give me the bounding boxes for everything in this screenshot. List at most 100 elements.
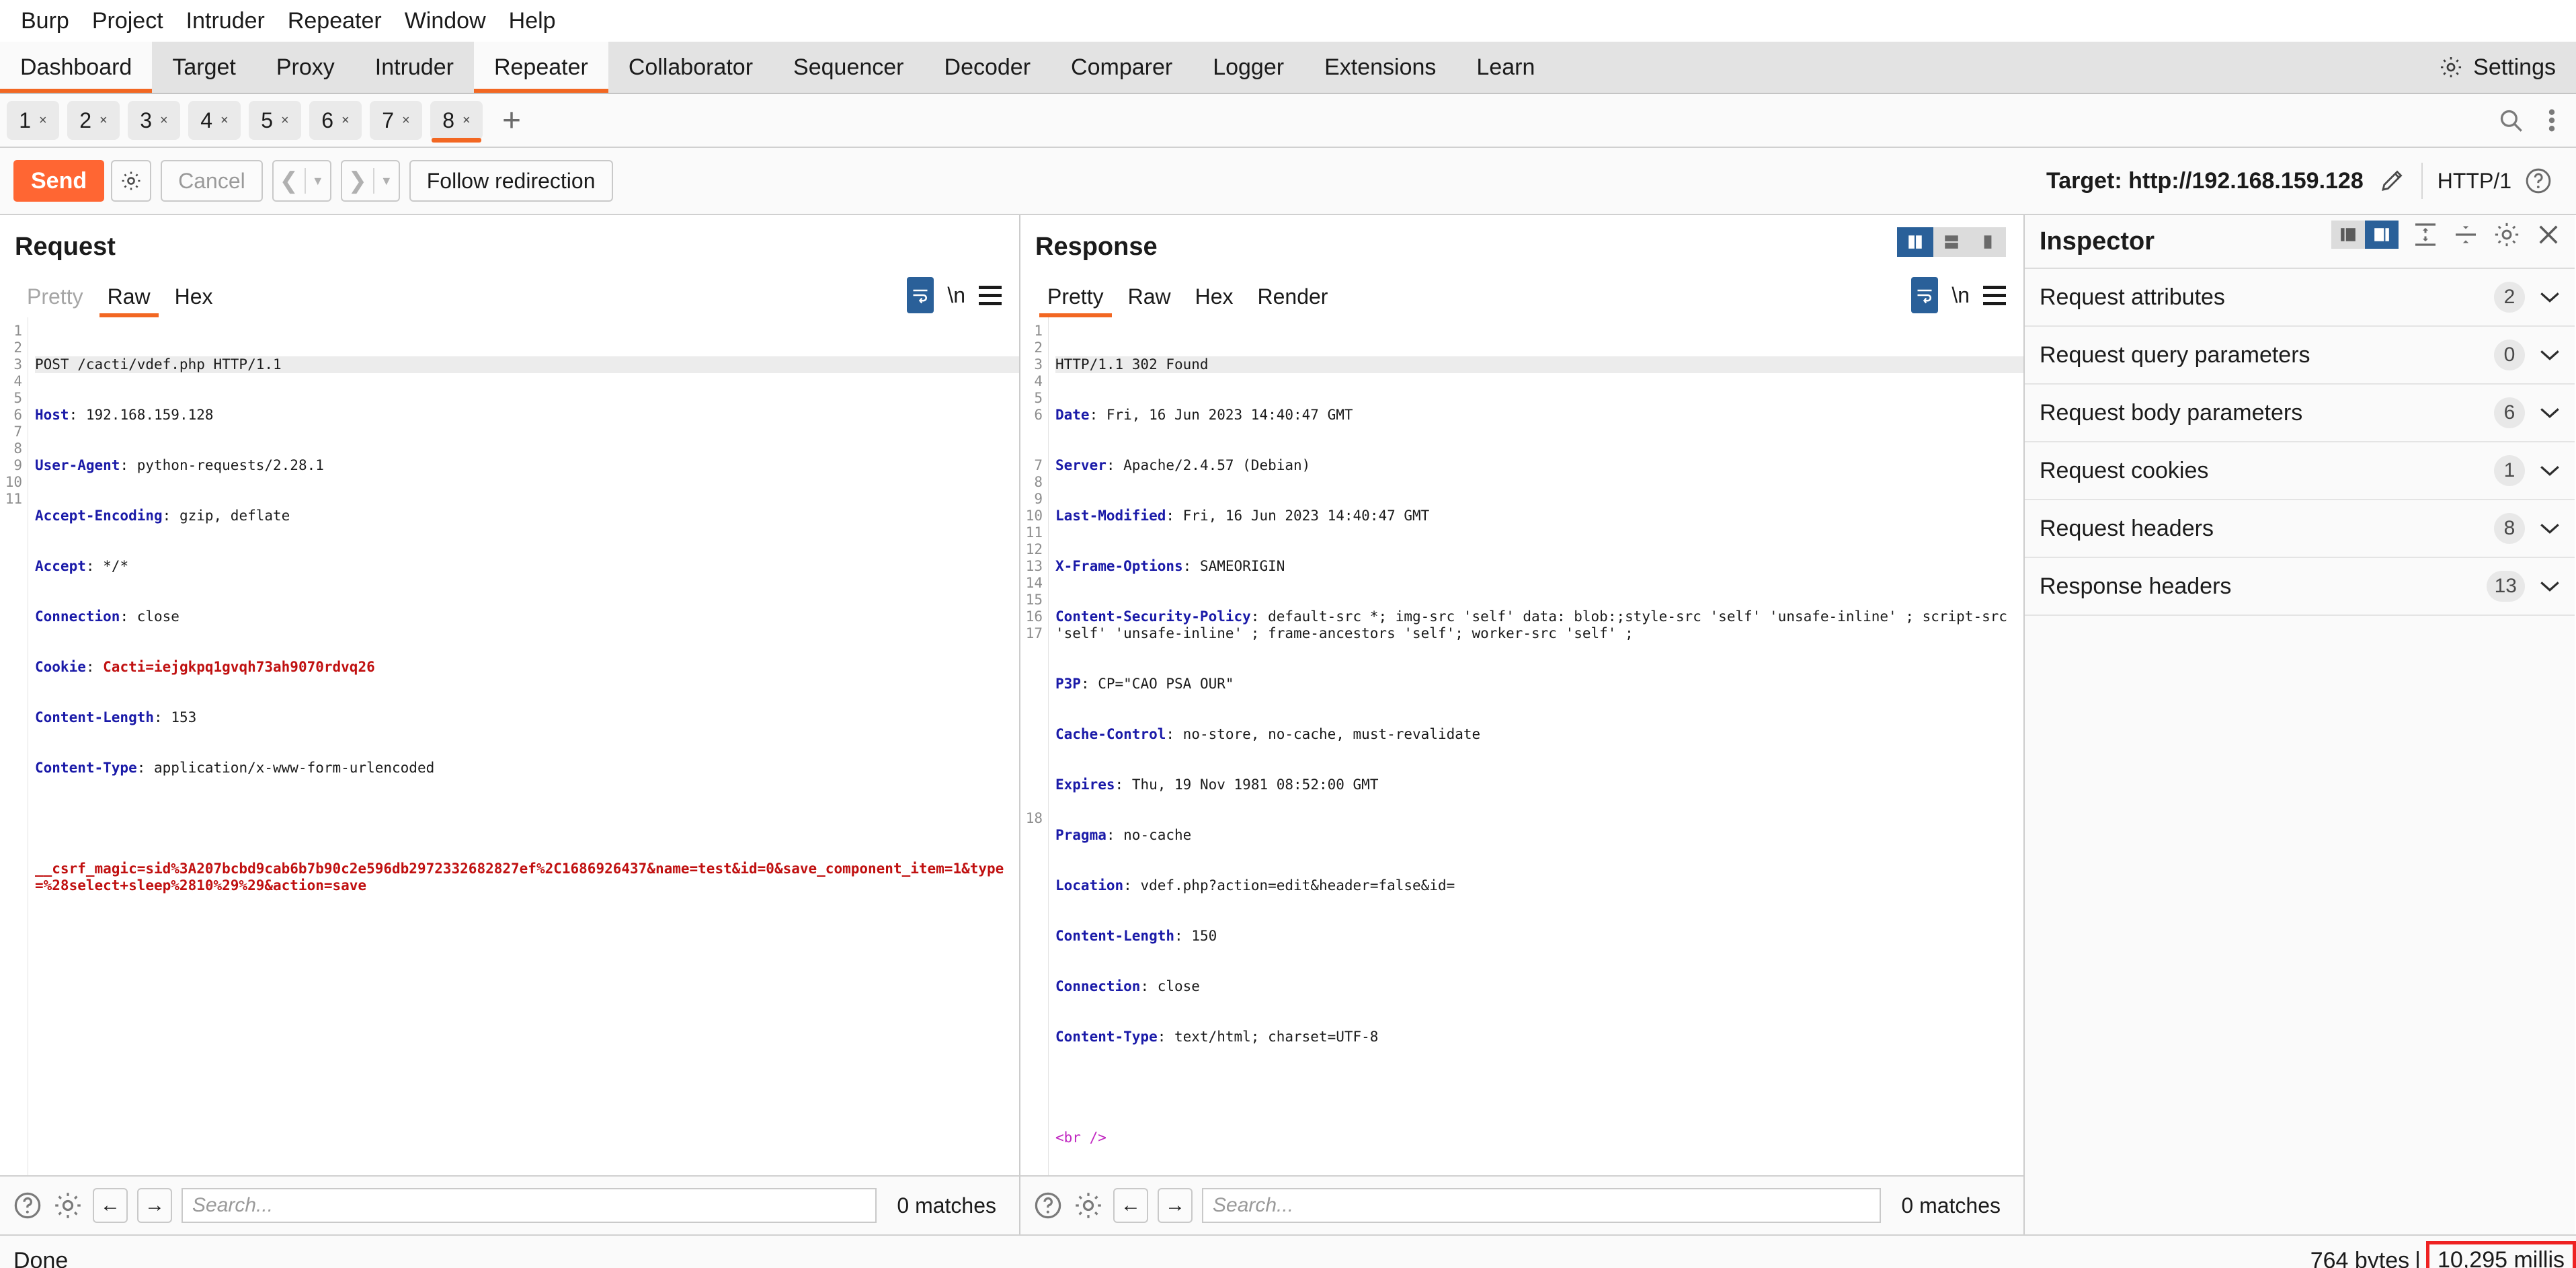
tab-logger[interactable]: Logger — [1193, 42, 1304, 93]
word-wrap-icon[interactable] — [1911, 277, 1938, 313]
panel-right-icon[interactable] — [2365, 221, 2399, 249]
pencil-icon[interactable] — [2378, 167, 2407, 195]
chevron-down-icon[interactable] — [2538, 521, 2563, 536]
close-icon[interactable]: × — [99, 113, 108, 128]
menu-item-project[interactable]: Project — [81, 0, 175, 42]
chevron-down-icon[interactable] — [2538, 579, 2563, 594]
close-icon[interactable]: × — [220, 113, 229, 128]
tab-intruder[interactable]: Intruder — [355, 42, 474, 93]
response-editor[interactable]: 1 2 3 4 5 6 7 8 9 10 11 12 13 14 15 16 1… — [1020, 317, 2023, 1175]
question-circle-icon[interactable] — [12, 1190, 43, 1221]
search-next-button[interactable]: → — [1158, 1188, 1193, 1223]
tab-dashboard[interactable]: Dashboard — [0, 42, 152, 93]
repeater-tab-4[interactable]: 4× — [188, 101, 241, 140]
repeater-tab-2[interactable]: 2× — [67, 101, 120, 140]
response-tab-raw[interactable]: Raw — [1116, 284, 1183, 317]
close-icon[interactable]: × — [281, 113, 289, 128]
response-code[interactable]: HTTP/1.1 302 Found Date: Fri, 16 Jun 202… — [1049, 317, 2023, 1175]
request-tab-hex[interactable]: Hex — [163, 284, 225, 317]
response-search-input[interactable] — [1202, 1188, 1881, 1223]
kebab-menu-icon[interactable] — [2548, 106, 2556, 134]
http-version-label[interactable]: HTTP/1 — [2438, 169, 2511, 194]
hamburger-icon[interactable] — [979, 286, 1002, 305]
expand-all-icon[interactable] — [2412, 221, 2439, 248]
menu-item-help[interactable]: Help — [497, 0, 567, 42]
repeater-tab-5[interactable]: 5× — [249, 101, 301, 140]
tab-collaborator[interactable]: Collaborator — [608, 42, 773, 93]
repeater-tab-7[interactable]: 7× — [370, 101, 422, 140]
repeater-tab-8[interactable]: 8× — [430, 101, 483, 140]
search-prev-button[interactable]: ← — [93, 1188, 128, 1223]
menu-item-burp[interactable]: Burp — [9, 0, 81, 42]
tab-target[interactable]: Target — [152, 42, 256, 93]
tab-repeater[interactable]: Repeater — [474, 42, 608, 93]
inspector-row-request-headers[interactable]: Request headers 8 — [2025, 500, 2575, 558]
close-icon[interactable]: × — [39, 113, 47, 128]
close-icon[interactable]: × — [160, 113, 168, 128]
collapse-all-icon[interactable] — [2452, 221, 2479, 248]
close-icon[interactable]: × — [341, 113, 350, 128]
menu-item-repeater[interactable]: Repeater — [276, 0, 393, 42]
chevron-down-icon[interactable] — [2538, 290, 2563, 305]
question-circle-icon[interactable] — [1033, 1190, 1063, 1221]
menu-item-window[interactable]: Window — [393, 0, 497, 42]
panel-left-icon[interactable] — [2331, 221, 2365, 249]
search-icon[interactable] — [2497, 106, 2525, 134]
chevron-down-icon[interactable] — [2538, 463, 2563, 478]
close-icon[interactable]: × — [402, 113, 410, 128]
repeater-tab-6[interactable]: 6× — [309, 101, 362, 140]
tab-comparer[interactable]: Comparer — [1051, 42, 1193, 93]
response-tab-pretty[interactable]: Pretty — [1035, 284, 1116, 317]
newline-icon[interactable]: \n — [1951, 283, 1970, 308]
request-tab-pretty[interactable]: Pretty — [15, 284, 95, 317]
gear-icon[interactable] — [52, 1190, 83, 1221]
newline-icon[interactable]: \n — [947, 283, 965, 308]
inspector-row-response-headers[interactable]: Response headers 13 — [2025, 558, 2575, 616]
repeater-tab-3[interactable]: 3× — [128, 101, 180, 140]
request-editor[interactable]: 1 2 3 4 5 6 7 8 9 10 11 POST /cacti/vdef… — [0, 317, 1019, 1175]
tab-proxy[interactable]: Proxy — [256, 42, 355, 93]
search-next-button[interactable]: → — [137, 1188, 172, 1223]
follow-redirection-button[interactable]: Follow redirection — [409, 160, 613, 202]
inspector-row-request-cookies[interactable]: Request cookies 1 — [2025, 442, 2575, 500]
chevron-right-icon[interactable]: ❯ — [342, 161, 373, 200]
response-tab-render[interactable]: Render — [1246, 284, 1340, 317]
tab-extensions[interactable]: Extensions — [1304, 42, 1456, 93]
cancel-button[interactable]: Cancel — [161, 160, 263, 202]
question-circle-icon[interactable] — [2524, 166, 2553, 196]
request-code[interactable]: POST /cacti/vdef.php HTTP/1.1 Host: 192.… — [28, 317, 1019, 1175]
single-pane-icon[interactable] — [1970, 227, 2006, 257]
close-icon[interactable] — [2534, 221, 2563, 249]
inspector-row-request-attributes[interactable]: Request attributes 2 — [2025, 269, 2575, 327]
history-forward-group[interactable]: ❯ ▼ — [341, 160, 400, 202]
inspector-row-request-query-parameters[interactable]: Request query parameters 0 — [2025, 327, 2575, 385]
hamburger-icon[interactable] — [1983, 286, 2006, 305]
repeater-tab-1[interactable]: 1× — [7, 101, 59, 140]
gear-icon[interactable] — [2493, 221, 2521, 249]
add-repeater-tab-button[interactable]: + — [491, 101, 532, 140]
response-tab-hex[interactable]: Hex — [1183, 284, 1246, 317]
tab-sequencer[interactable]: Sequencer — [773, 42, 924, 93]
inspector-row-request-body-parameters[interactable]: Request body parameters 6 — [2025, 385, 2575, 442]
chevron-down-icon[interactable] — [2538, 405, 2563, 420]
menu-item-intruder[interactable]: Intruder — [175, 0, 276, 42]
close-icon[interactable]: × — [462, 113, 471, 128]
split-vertical-icon[interactable] — [1897, 227, 1933, 257]
split-horizontal-icon[interactable] — [1933, 227, 1970, 257]
send-settings-button[interactable] — [111, 160, 151, 202]
chevron-down-icon[interactable]: ▼ — [306, 161, 330, 200]
chevron-down-icon[interactable]: ▼ — [374, 161, 399, 200]
tabstrip-spacer — [1555, 42, 2418, 93]
tab-decoder[interactable]: Decoder — [924, 42, 1051, 93]
word-wrap-icon[interactable] — [907, 277, 934, 313]
search-prev-button[interactable]: ← — [1113, 1188, 1148, 1223]
request-search-input[interactable] — [182, 1188, 877, 1223]
settings-button[interactable]: Settings — [2418, 42, 2576, 93]
gear-icon[interactable] — [1073, 1190, 1104, 1221]
tab-learn[interactable]: Learn — [1456, 42, 1555, 93]
chevron-left-icon[interactable]: ❮ — [274, 161, 305, 200]
chevron-down-icon[interactable] — [2538, 348, 2563, 362]
request-tab-raw[interactable]: Raw — [95, 284, 163, 317]
send-button[interactable]: Send — [13, 160, 104, 202]
history-back-group[interactable]: ❮ ▼ — [272, 160, 331, 202]
